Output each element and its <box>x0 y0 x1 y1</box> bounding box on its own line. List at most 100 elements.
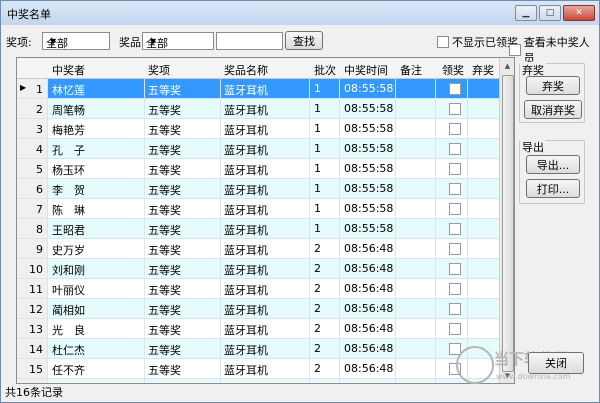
claim-checkbox[interactable] <box>449 243 461 255</box>
cell-prize: 五等奖 <box>148 284 181 297</box>
column-separator <box>467 119 468 138</box>
scrollbar-thumb[interactable] <box>502 75 514 372</box>
row-header[interactable]: 8 <box>17 219 48 238</box>
abandon-button[interactable]: 弃奖 <box>526 76 580 95</box>
column-header-abandon[interactable]: 弃奖 <box>472 62 494 78</box>
row-header[interactable]: 10 <box>17 259 48 278</box>
column-header-note[interactable]: 备注 <box>400 62 422 78</box>
column-separator <box>144 99 145 118</box>
table-row[interactable]: 15 任不齐 五等奖 蓝牙耳机 2 08:56:48 <box>17 359 499 379</box>
cell-prize: 五等奖 <box>148 204 181 217</box>
table-row[interactable]: 11 叶丽仪 五等奖 蓝牙耳机 2 08:56:48 <box>17 279 499 299</box>
cell-prize: 五等奖 <box>148 304 181 317</box>
column-header-batch[interactable]: 批次 <box>314 62 336 78</box>
cell-prize: 五等奖 <box>148 184 181 197</box>
table-row[interactable]: 4 孔 子 五等奖 蓝牙耳机 1 08:55:58 <box>17 139 499 159</box>
row-header[interactable]: 9 <box>17 239 48 258</box>
table-row[interactable]: 10 刘和刚 五等奖 蓝牙耳机 2 08:56:48 <box>17 259 499 279</box>
cell-item: 蓝牙耳机 <box>224 284 268 297</box>
row-header[interactable]: 2 <box>17 99 48 118</box>
column-separator <box>467 259 468 278</box>
export-button[interactable]: 导出... <box>526 155 580 174</box>
row-header[interactable]: 15 <box>17 359 48 378</box>
column-separator <box>339 139 340 158</box>
column-separator <box>220 339 221 358</box>
claim-checkbox[interactable] <box>449 123 461 135</box>
column-separator <box>467 199 468 218</box>
column-separator <box>309 159 310 178</box>
column-header-prize[interactable]: 奖项 <box>148 62 170 78</box>
table-row[interactable]: 6 李 贺 五等奖 蓝牙耳机 1 08:55:58 <box>17 179 499 199</box>
claim-checkbox[interactable] <box>449 183 461 195</box>
table-row[interactable]: 2 周笔畅 五等奖 蓝牙耳机 1 08:55:58 <box>17 99 499 119</box>
claim-checkbox[interactable] <box>449 283 461 295</box>
window-controls: ▁ □ ✕ <box>515 5 595 21</box>
row-header[interactable]: 12 <box>17 299 48 318</box>
column-header-claim[interactable]: 领奖 <box>442 62 464 78</box>
row-header[interactable]: 6 <box>17 179 48 198</box>
row-header[interactable]: 14 <box>17 339 48 358</box>
row-header[interactable]: ▶ 1 <box>17 79 48 98</box>
cancel-abandon-button[interactable]: 取消弃奖 <box>524 100 582 119</box>
cell-batch: 2 <box>314 342 321 355</box>
column-separator <box>339 339 340 358</box>
table-row[interactable]: 8 王昭君 五等奖 蓝牙耳机 1 08:55:58 <box>17 219 499 239</box>
table-row[interactable]: 3 梅艳芳 五等奖 蓝牙耳机 1 08:55:58 <box>17 119 499 139</box>
table-row[interactable]: 5 杨玉环 五等奖 蓝牙耳机 1 08:55:58 <box>17 159 499 179</box>
claim-checkbox[interactable] <box>449 323 461 335</box>
row-header[interactable]: 3 <box>17 119 48 138</box>
column-separator <box>309 339 310 358</box>
column-separator <box>435 339 436 358</box>
table-row[interactable]: 7 陈 琳 五等奖 蓝牙耳机 1 08:55:58 <box>17 199 499 219</box>
column-header-winner[interactable]: 中奖者 <box>52 62 85 78</box>
maximize-button[interactable]: □ <box>539 5 561 21</box>
claim-checkbox[interactable] <box>449 143 461 155</box>
window-title: 中奖名单 <box>7 8 51 21</box>
column-separator <box>309 79 310 98</box>
row-number: 8 <box>36 223 43 236</box>
row-header[interactable]: 11 <box>17 279 48 298</box>
column-separator <box>220 279 221 298</box>
hide-claimed-checkbox[interactable]: 不显示已领奖 <box>437 34 518 50</box>
row-number: 13 <box>29 323 43 336</box>
close-window-button[interactable]: ✕ <box>563 5 595 21</box>
claim-checkbox[interactable] <box>449 163 461 175</box>
cell-prize: 五等奖 <box>148 244 181 257</box>
row-header[interactable]: 5 <box>17 159 48 178</box>
minimize-button[interactable]: ▁ <box>515 5 537 21</box>
column-header-item[interactable]: 奖品名称 <box>224 62 268 78</box>
claim-checkbox[interactable] <box>449 263 461 275</box>
winners-table: 中奖者 奖项 奖品名称 批次 中奖时间 备注 领奖 弃奖 ▶ 1 林忆莲 五等奖 蓝牙耳… <box>16 57 515 384</box>
claim-checkbox[interactable] <box>449 103 461 115</box>
column-separator <box>467 239 468 258</box>
row-header[interactable]: 7 <box>17 199 48 218</box>
export-group: 导出 导出... 打印... <box>519 139 585 204</box>
close-button[interactable]: 关闭 <box>528 352 584 374</box>
column-header-time[interactable]: 中奖时间 <box>344 62 388 78</box>
column-separator <box>47 339 48 358</box>
row-header[interactable]: 13 <box>17 319 48 338</box>
claim-checkbox[interactable] <box>449 203 461 215</box>
vertical-scrollbar[interactable]: ▲ ▼ <box>499 58 514 383</box>
column-separator <box>144 199 145 218</box>
claim-checkbox[interactable] <box>449 303 461 315</box>
table-row[interactable]: ▶ 1 林忆莲 五等奖 蓝牙耳机 1 08:55:58 <box>17 79 499 99</box>
chevron-down-icon: ▼ <box>149 36 157 46</box>
print-button[interactable]: 打印... <box>526 179 580 198</box>
search-button[interactable]: 查找 <box>285 31 323 50</box>
claim-checkbox[interactable] <box>449 83 461 95</box>
row-header[interactable]: 4 <box>17 139 48 158</box>
table-row[interactable]: 16 <box>17 379 499 383</box>
prize-combo[interactable]: 全部 ▼ <box>42 32 110 50</box>
table-row[interactable]: 14 杜仁杰 五等奖 蓝牙耳机 2 08:56:48 <box>17 339 499 359</box>
claim-checkbox[interactable] <box>449 223 461 235</box>
table-row[interactable]: 12 蔺相如 五等奖 蓝牙耳机 2 08:56:48 <box>17 299 499 319</box>
cell-item: 蓝牙耳机 <box>224 364 268 377</box>
item-combo[interactable]: 全部 ▼ <box>142 32 214 50</box>
scroll-up-icon[interactable]: ▲ <box>500 58 514 73</box>
table-row[interactable]: 13 光 良 五等奖 蓝牙耳机 2 08:56:48 <box>17 319 499 339</box>
search-input[interactable] <box>216 32 283 50</box>
column-separator <box>467 159 468 178</box>
table-row[interactable]: 9 史万岁 五等奖 蓝牙耳机 2 08:56:48 <box>17 239 499 259</box>
cell-batch: 1 <box>314 202 321 215</box>
